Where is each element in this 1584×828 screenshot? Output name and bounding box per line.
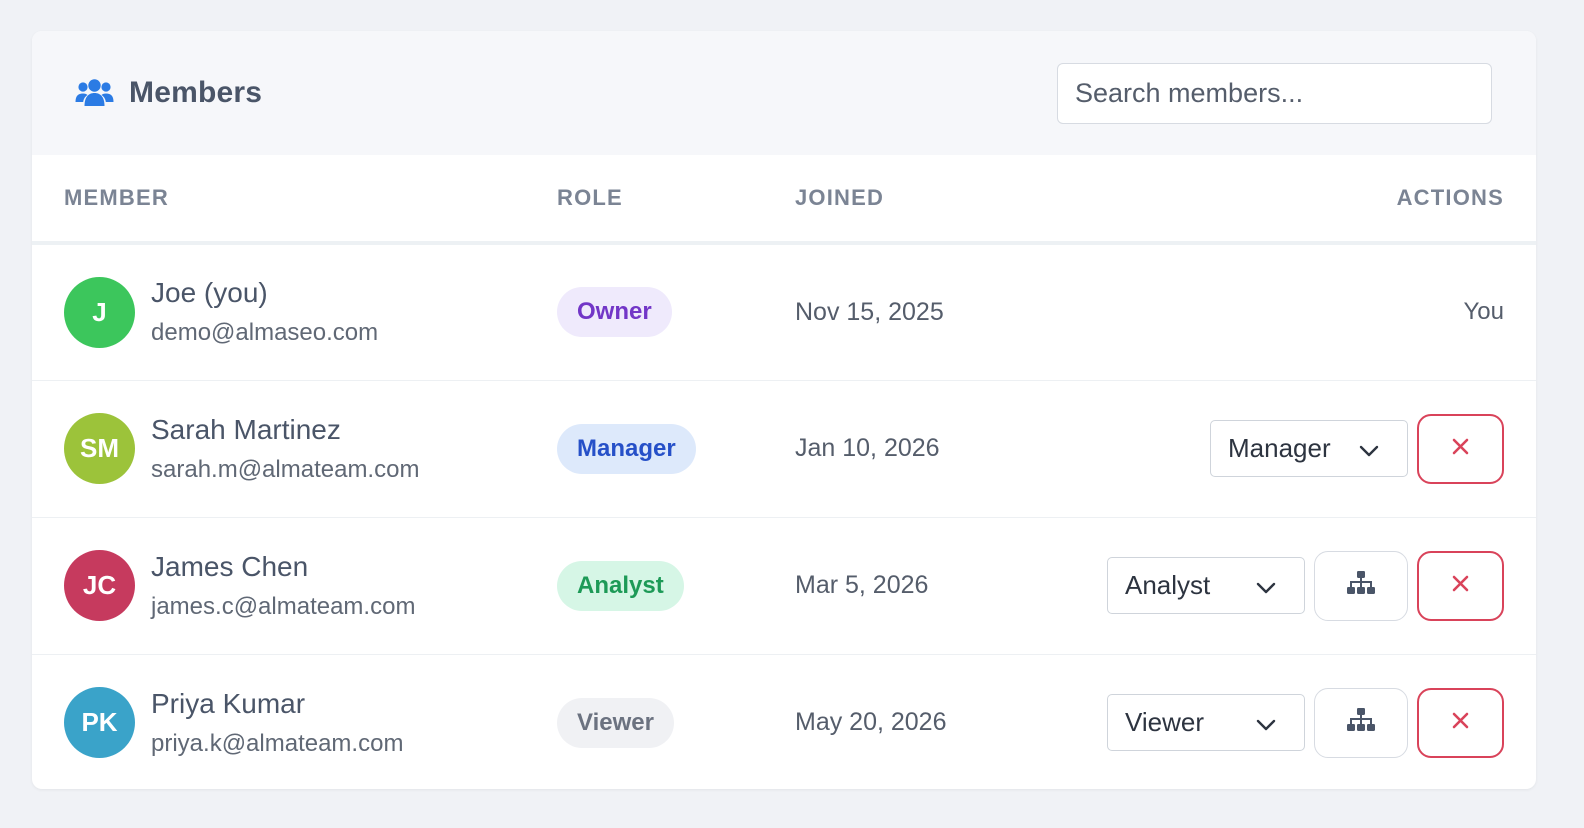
member-email: priya.k@almateam.com [151, 729, 404, 757]
avatar: JC [64, 550, 135, 621]
member-info: SM Sarah Martinez sarah.m@almateam.com [64, 413, 557, 485]
you-label: You [1463, 298, 1505, 326]
member-name: Joe (you) [151, 277, 268, 309]
members-table: MEMBER ROLE JOINED ACTIONS J Joe (you) d… [32, 155, 1536, 789]
role-select-value: Analyst [1125, 570, 1211, 600]
role-cell: Manager [557, 380, 795, 518]
avatar: J [64, 276, 135, 348]
members-card: Members MEMBER ROLE JOINED ACTIONS J Joe… [32, 31, 1536, 789]
joined-cell: Nov 15, 2025 [795, 243, 989, 381]
hierarchy-button[interactable] [1314, 687, 1408, 758]
page-title: Members [129, 76, 263, 109]
actions-cell: Viewer [988, 654, 1536, 789]
chevron-down-icon [1256, 570, 1276, 601]
table-header-row: MEMBER ROLE JOINED ACTIONS [32, 155, 1536, 245]
role-badge: Viewer [557, 697, 674, 748]
close-icon [1452, 438, 1469, 460]
remove-member-button[interactable] [1417, 687, 1504, 758]
member-name: Priya Kumar [151, 687, 306, 719]
role-select[interactable]: Manager [1210, 420, 1408, 477]
sitemap-icon [1346, 708, 1376, 737]
role-badge: Analyst [557, 560, 684, 611]
member-name: James Chen [151, 550, 309, 582]
member-email: james.c@almateam.com [151, 592, 416, 620]
actions-group: Analyst [988, 550, 1504, 621]
role-select[interactable]: Analyst [1107, 557, 1305, 614]
remove-member-button[interactable] [1417, 550, 1504, 621]
avatar: SM [64, 413, 135, 484]
role-select[interactable]: Viewer [1107, 694, 1305, 752]
member-email: sarah.m@almateam.com [151, 455, 420, 483]
close-icon [1452, 712, 1469, 734]
hierarchy-button[interactable] [1314, 550, 1408, 621]
title-group: Members [75, 76, 262, 110]
joined-date: Jan 10, 2026 [795, 434, 940, 462]
table-row: J Joe (you) demo@almaseo.com Owner Nov 1… [32, 243, 1536, 381]
actions-cell: Analyst [988, 517, 1536, 655]
role-badge: Manager [557, 423, 696, 474]
column-header-member: MEMBER [32, 155, 557, 245]
member-cell: PK Priya Kumar priya.k@almateam.com [32, 654, 557, 789]
member-name: Sarah Martinez [151, 413, 341, 445]
table-row: JC James Chen james.c@almateam.com Analy… [32, 517, 1536, 655]
remove-member-button[interactable] [1417, 413, 1504, 484]
role-badge: Owner [557, 287, 672, 338]
member-info: PK Priya Kumar priya.k@almateam.com [64, 687, 557, 759]
close-icon [1452, 575, 1469, 597]
joined-date: May 20, 2026 [795, 708, 947, 737]
table-row: SM Sarah Martinez sarah.m@almateam.com M… [32, 380, 1536, 518]
member-email: demo@almaseo.com [151, 319, 379, 347]
joined-date: Nov 15, 2025 [795, 297, 944, 326]
chevron-down-icon [1256, 707, 1276, 738]
role-cell: Owner [557, 243, 795, 381]
avatar: PK [64, 687, 135, 759]
search-input[interactable] [1057, 62, 1492, 124]
role-cell: Viewer [557, 654, 795, 789]
column-header-actions: ACTIONS [988, 155, 1536, 245]
member-text: James Chen james.c@almateam.com [151, 550, 415, 622]
column-header-joined: JOINED [795, 155, 989, 245]
member-info: JC James Chen james.c@almateam.com [64, 550, 557, 622]
chevron-down-icon [1359, 433, 1379, 464]
member-info: J Joe (you) demo@almaseo.com [64, 276, 557, 348]
member-text: Priya Kumar priya.k@almateam.com [151, 687, 403, 759]
card-header: Members [32, 31, 1536, 155]
member-text: Sarah Martinez sarah.m@almateam.com [151, 413, 419, 485]
sitemap-icon [1346, 571, 1376, 600]
actions-cell: You [988, 243, 1536, 381]
actions-cell: Manager [988, 380, 1536, 518]
role-select-value: Manager [1228, 433, 1331, 463]
member-cell: SM Sarah Martinez sarah.m@almateam.com [32, 380, 557, 518]
actions-group: Manager [988, 413, 1504, 484]
column-header-role: ROLE [557, 155, 795, 245]
joined-cell: May 20, 2026 [795, 654, 988, 789]
role-cell: Analyst [557, 517, 795, 655]
member-text: Joe (you) demo@almaseo.com [151, 276, 378, 348]
joined-cell: Jan 10, 2026 [795, 380, 989, 518]
joined-cell: Mar 5, 2026 [795, 517, 989, 655]
users-icon [75, 77, 114, 109]
member-cell: J Joe (you) demo@almaseo.com [32, 243, 557, 381]
actions-group: Viewer [988, 687, 1504, 758]
member-cell: JC James Chen james.c@almateam.com [32, 517, 557, 655]
table-row: PK Priya Kumar priya.k@almateam.com View… [32, 654, 1536, 789]
role-select-value: Viewer [1125, 707, 1205, 738]
joined-date: Mar 5, 2026 [795, 571, 929, 599]
